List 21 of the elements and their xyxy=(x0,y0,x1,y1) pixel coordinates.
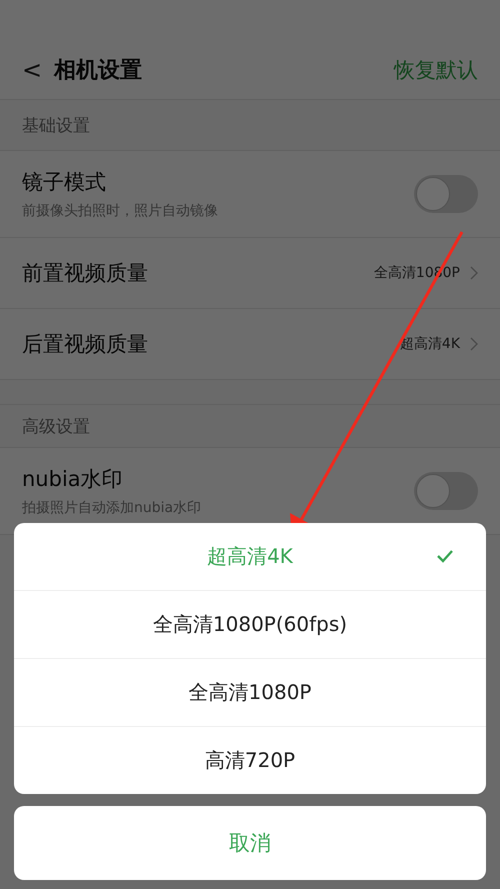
restore-defaults-button[interactable]: 恢复默认 xyxy=(394,56,478,84)
quality-option[interactable]: 全高清1080P xyxy=(14,659,486,727)
chevron-right-icon xyxy=(470,266,478,280)
quality-option[interactable]: 全高清1080P(60fps) xyxy=(14,591,486,659)
setting-description: 拍摄照片自动添加nubia水印 xyxy=(22,499,202,517)
back-button[interactable]: < xyxy=(22,56,42,84)
setting-label: nubia水印 xyxy=(22,466,124,493)
section-title: 高级设置 xyxy=(22,416,90,438)
setting-label: 后置视频质量 xyxy=(22,331,149,358)
page-title: 相机设置 xyxy=(54,56,144,84)
toggle-switch[interactable] xyxy=(414,472,478,510)
chevron-right-icon xyxy=(470,337,478,351)
setting-label: 镜子模式 xyxy=(22,169,107,196)
cancel-button[interactable]: 取消 xyxy=(14,806,486,880)
setting-description: 前摄像头拍照时，照片自动镜像 xyxy=(22,202,219,220)
toggle-switch[interactable] xyxy=(414,175,478,213)
quality-option[interactable]: 高清720P xyxy=(14,727,486,794)
setting-label: 前置视频质量 xyxy=(22,260,149,287)
quality-option[interactable]: 超高清4K xyxy=(14,523,486,591)
section-title: 基础设置 xyxy=(22,114,90,136)
check-icon xyxy=(436,549,454,563)
